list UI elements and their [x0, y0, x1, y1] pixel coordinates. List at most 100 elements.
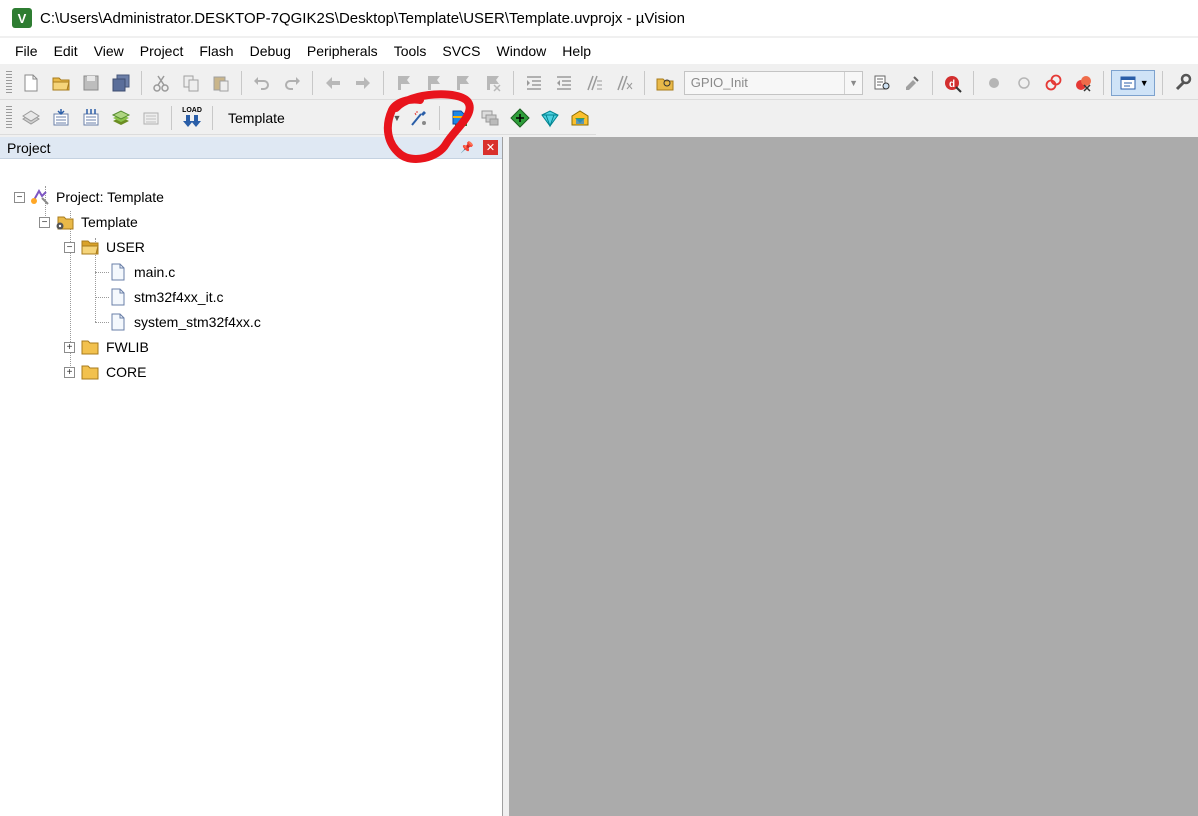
manage-run-time-environment-icon[interactable]: [507, 105, 533, 131]
project-tree: − Project: Template − Template − USER ma…: [0, 159, 502, 380]
toolbar-separator: [439, 105, 440, 130]
toolbar-grip[interactable]: [6, 70, 12, 95]
tree-label: CORE: [106, 364, 147, 380]
copy-icon[interactable]: [178, 70, 204, 96]
next-bookmark-icon[interactable]: [451, 70, 477, 96]
previous-bookmark-icon[interactable]: [421, 70, 447, 96]
c-file-icon: [108, 313, 128, 331]
file-extensions-icon[interactable]: [447, 105, 473, 131]
tree-label: FWLIB: [106, 339, 149, 355]
tree-node-file[interactable]: system_stm32f4xx.c: [108, 311, 261, 333]
debug-session-icon[interactable]: d: [940, 70, 966, 96]
menu-edit[interactable]: Edit: [46, 38, 86, 64]
menu-tools[interactable]: Tools: [386, 38, 435, 64]
menu-svcs[interactable]: SVCS: [434, 38, 488, 64]
unindent-icon[interactable]: [551, 70, 577, 96]
expand-icon[interactable]: +: [64, 366, 75, 378]
breakpoint-icon[interactable]: [981, 70, 1007, 96]
collapse-icon[interactable]: −: [64, 241, 75, 253]
tree-node-group-fwlib[interactable]: + FWLIB: [64, 336, 149, 358]
disable-breakpoint-icon[interactable]: [1011, 70, 1037, 96]
tree-label: system_stm32f4xx.c: [134, 314, 261, 330]
tree-label: Template: [81, 214, 138, 230]
collapse-icon[interactable]: −: [39, 216, 50, 228]
comment-icon[interactable]: [581, 70, 607, 96]
toolbar-separator: [382, 70, 384, 95]
target-select-value: Template: [228, 109, 285, 126]
pin-icon[interactable]: 📌: [459, 140, 475, 156]
configure-icon[interactable]: [1170, 70, 1196, 96]
c-file-icon: [108, 263, 128, 281]
translate-icon[interactable]: [18, 105, 44, 131]
tree-node-group-core[interactable]: + CORE: [64, 361, 146, 383]
tree-node-file[interactable]: main.c: [108, 261, 175, 283]
toolbar-separator: [643, 70, 645, 95]
build-toolbar: LOAD Template ▼: [0, 101, 596, 135]
expand-icon[interactable]: +: [64, 341, 75, 353]
tree-label: Project: Template: [56, 189, 164, 205]
pack-installer-icon[interactable]: [567, 105, 593, 131]
new-file-icon[interactable]: [18, 70, 44, 96]
menu-file[interactable]: File: [7, 38, 46, 64]
menu-window[interactable]: Window: [489, 38, 555, 64]
menu-view[interactable]: View: [86, 38, 132, 64]
find-in-files-icon[interactable]: [652, 70, 678, 96]
menu-project[interactable]: Project: [132, 38, 192, 64]
svg-text:d: d: [949, 79, 955, 90]
select-software-packs-icon[interactable]: [537, 105, 563, 131]
folder-icon: [80, 338, 100, 356]
save-all-icon[interactable]: [108, 70, 134, 96]
open-file-icon[interactable]: [48, 70, 74, 96]
title-bar: V C:\Users\Administrator.DESKTOP-7QGIK2S…: [0, 0, 1198, 36]
target-select[interactable]: Template ▼: [222, 106, 404, 130]
window-config-icon[interactable]: ▼: [1111, 69, 1156, 96]
menu-help[interactable]: Help: [554, 38, 599, 64]
batch-build-icon[interactable]: [108, 105, 134, 131]
collapse-icon[interactable]: −: [14, 191, 25, 203]
close-icon[interactable]: ✕: [483, 140, 498, 155]
insert-bookmark-icon[interactable]: [391, 70, 417, 96]
chevron-down-icon[interactable]: ▼: [390, 107, 404, 129]
disable-all-breakpoints-icon[interactable]: [1041, 70, 1067, 96]
toolbar-separator: [311, 70, 313, 95]
clear-bookmarks-icon[interactable]: [480, 70, 506, 96]
toolbar-separator: [1103, 70, 1105, 95]
toolbar-separator: [1162, 70, 1164, 95]
uvision-logo-icon: V: [12, 8, 32, 28]
project-panel-header: Project 📌 ✕: [0, 137, 502, 159]
rebuild-icon[interactable]: [78, 105, 104, 131]
c-file-icon: [108, 288, 128, 306]
uncomment-icon[interactable]: [611, 70, 637, 96]
cut-icon[interactable]: [149, 70, 175, 96]
kill-all-breakpoints-icon[interactable]: [1070, 70, 1096, 96]
paste-icon[interactable]: [208, 70, 234, 96]
menu-flash[interactable]: Flash: [191, 38, 241, 64]
manage-multi-project-icon[interactable]: [477, 105, 503, 131]
menu-debug[interactable]: Debug: [242, 38, 299, 64]
tree-node-project[interactable]: − Project: Template: [14, 186, 164, 208]
navigate-forward-icon[interactable]: [350, 70, 376, 96]
load-download-icon[interactable]: LOAD: [179, 105, 205, 131]
menu-bar: File Edit View Project Flash Debug Perip…: [0, 38, 1198, 64]
menu-peripherals[interactable]: Peripherals: [299, 38, 386, 64]
undo-icon[interactable]: [249, 70, 275, 96]
find-icon[interactable]: [869, 70, 895, 96]
navigate-back-icon[interactable]: [320, 70, 346, 96]
tree-node-target[interactable]: − Template: [39, 211, 138, 233]
indent-icon[interactable]: [521, 70, 547, 96]
stop-build-icon[interactable]: [138, 105, 164, 131]
options-for-target-icon[interactable]: [406, 105, 432, 131]
target-folder-icon: [55, 213, 75, 231]
tree-label: main.c: [134, 264, 176, 280]
toolbar-grip[interactable]: [6, 105, 12, 130]
build-icon[interactable]: [48, 105, 74, 131]
redo-icon[interactable]: [279, 70, 305, 96]
editor-area[interactable]: [509, 137, 1198, 816]
folder-icon: [80, 363, 100, 381]
chevron-down-icon[interactable]: ▼: [844, 71, 862, 94]
function-combo[interactable]: GPIO_Init ▼: [683, 70, 864, 95]
tree-node-group-user[interactable]: − USER: [64, 236, 145, 258]
incremental-find-icon[interactable]: [899, 70, 925, 96]
save-icon[interactable]: [78, 70, 104, 96]
tree-node-file[interactable]: stm32f4xx_it.c: [108, 286, 223, 308]
